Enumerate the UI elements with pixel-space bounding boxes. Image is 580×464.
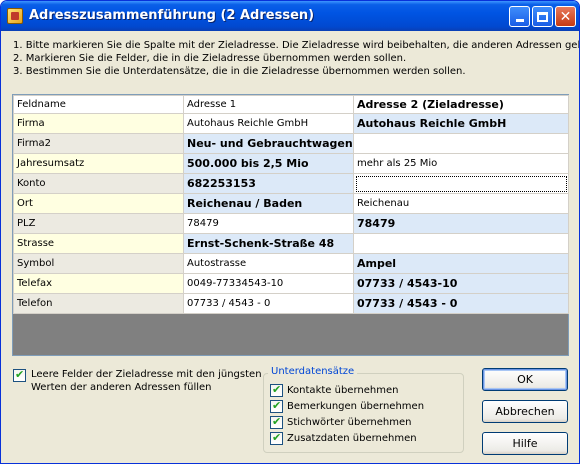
contacts-checkbox[interactable] xyxy=(270,383,283,397)
address-1-cell[interactable]: Neu- und Gebrauchtwagen xyxy=(183,133,354,154)
field-name-cell: Firma xyxy=(13,113,184,134)
address-1-cell[interactable]: Ernst-Schenk-Straße 48 xyxy=(183,233,354,254)
grid-row-jahresumsatz: Jahresumsatz 500.000 bis 2,5 Mio mehr al… xyxy=(13,153,569,174)
grid-row-symbol: Symbol Autostrasse Ampel xyxy=(13,253,569,274)
subrecords-groupbox: Unterdatensätze Kontakte übernehmen Beme… xyxy=(263,366,464,453)
keywords-option[interactable]: Stichwörter übernehmen xyxy=(270,415,412,429)
instruction-line-3: 3. Bestimmen Sie die Unterdatensätze, di… xyxy=(13,66,466,77)
fill-empty-fields-label: Leere Felder der Zieladresse mit den jün… xyxy=(31,368,262,394)
header-address-1[interactable]: Adresse 1 xyxy=(183,95,354,114)
field-name-cell: Ort xyxy=(13,193,184,214)
remarks-option[interactable]: Bemerkungen übernehmen xyxy=(270,399,425,413)
grid-row-plz: PLZ 78479 78479 xyxy=(13,213,569,234)
address-2-cell[interactable]: 07733 / 4543-10 xyxy=(353,273,569,294)
grid-row-firma: Firma Autohaus Reichle GmbH Autohaus Rei… xyxy=(13,113,569,134)
header-fieldname[interactable]: Feldname xyxy=(13,95,184,114)
app-icon xyxy=(7,8,23,24)
address-2-cell[interactable]: 78479 xyxy=(353,213,569,234)
address-1-cell[interactable]: 07733 / 4543 - 0 xyxy=(183,293,354,314)
address-1-cell[interactable]: 0049-77334543-10 xyxy=(183,273,354,294)
address-2-cell[interactable] xyxy=(353,233,569,254)
address-1-cell[interactable]: 682253153 xyxy=(183,173,354,194)
address-2-cell[interactable] xyxy=(353,173,569,194)
instruction-line-2: 2. Markieren Sie die Felder, die in die … xyxy=(13,53,407,64)
remarks-label: Bemerkungen übernehmen xyxy=(287,401,425,412)
minimize-icon xyxy=(515,19,524,22)
keywords-checkbox[interactable] xyxy=(270,415,283,429)
field-name-cell: Telefax xyxy=(13,273,184,294)
address-2-cell[interactable]: 07733 / 4543 - 0 xyxy=(353,293,569,314)
address-2-cell[interactable] xyxy=(353,133,569,154)
address-grid[interactable]: Feldname Adresse 1 Adresse 2 (Zieladress… xyxy=(12,94,569,356)
help-button[interactable]: Hilfe xyxy=(482,432,568,455)
instruction-line-1: 1. Bitte markieren Sie die Spalte mit de… xyxy=(13,40,580,51)
field-name-cell: Firma2 xyxy=(13,133,184,154)
field-name-cell: Jahresumsatz xyxy=(13,153,184,174)
address-1-cell[interactable]: Reichenau / Baden xyxy=(183,193,354,214)
address-1-cell[interactable]: Autohaus Reichle GmbH xyxy=(183,113,354,134)
cancel-button[interactable]: Abbrechen xyxy=(482,400,568,423)
address-1-cell[interactable]: Autostrasse xyxy=(183,253,354,274)
fill-empty-fields-checkbox[interactable] xyxy=(13,368,26,382)
title-bar[interactable]: Adresszusammenführung (2 Adressen) ✕ xyxy=(1,1,579,31)
address-1-cell[interactable]: 78479 xyxy=(183,213,354,234)
grid-row-strasse: Strasse Ernst-Schenk-Straße 48 xyxy=(13,233,569,254)
close-icon: ✕ xyxy=(559,8,572,25)
grid-header-row: Feldname Adresse 1 Adresse 2 (Zieladress… xyxy=(13,95,569,114)
fill-label-line-2: Werten der anderen Adressen füllen xyxy=(31,382,212,393)
grid-row-konto: Konto 682253153 xyxy=(13,173,569,194)
grid-row-telefon: Telefon 07733 / 4543 - 0 07733 / 4543 - … xyxy=(13,293,569,314)
address-2-cell[interactable]: mehr als 25 Mio xyxy=(353,153,569,174)
header-address-2-target[interactable]: Adresse 2 (Zieladresse) xyxy=(353,95,569,114)
field-name-cell: Symbol xyxy=(13,253,184,274)
fill-label-line-1: Leere Felder der Zieladresse mit den jün… xyxy=(31,369,262,380)
keywords-label: Stichwörter übernehmen xyxy=(287,417,412,428)
contacts-label: Kontakte übernehmen xyxy=(287,385,399,396)
grid-row-telefax: Telefax 0049-77334543-10 07733 / 4543-10 xyxy=(13,273,569,294)
additional-data-label: Zusatzdaten übernehmen xyxy=(287,433,417,444)
contacts-option[interactable]: Kontakte übernehmen xyxy=(270,383,399,397)
grid-row-ort: Ort Reichenau / Baden Reichenau xyxy=(13,193,569,214)
address-2-cell[interactable]: Ampel xyxy=(353,253,569,274)
field-name-cell: PLZ xyxy=(13,213,184,234)
instructions: 1. Bitte markieren Sie die Spalte mit de… xyxy=(13,39,580,78)
field-name-cell: Konto xyxy=(13,173,184,194)
close-button[interactable]: ✕ xyxy=(555,6,576,27)
additional-data-option[interactable]: Zusatzdaten übernehmen xyxy=(270,431,417,445)
grid-row-firma2: Firma2 Neu- und Gebrauchtwagen xyxy=(13,133,569,154)
merge-dialog-window: Adresszusammenführung (2 Adressen) ✕ 1. … xyxy=(0,0,580,464)
subrecords-legend: Unterdatensätze xyxy=(268,366,358,377)
minimize-button[interactable] xyxy=(509,6,530,27)
window-title: Adresszusammenführung (2 Adressen) xyxy=(29,8,315,23)
additional-data-checkbox[interactable] xyxy=(270,431,283,445)
remarks-checkbox[interactable] xyxy=(270,399,283,413)
address-1-cell[interactable]: 500.000 bis 2,5 Mio xyxy=(183,153,354,174)
ok-button[interactable]: OK xyxy=(482,368,568,391)
address-2-cell[interactable]: Reichenau xyxy=(353,193,569,214)
fill-empty-fields-option[interactable]: Leere Felder der Zieladresse mit den jün… xyxy=(13,368,263,394)
maximize-icon xyxy=(537,11,548,22)
address-2-cell[interactable]: Autohaus Reichle GmbH xyxy=(353,113,569,134)
maximize-button[interactable] xyxy=(532,6,553,27)
field-name-cell: Telefon xyxy=(13,293,184,314)
field-name-cell: Strasse xyxy=(13,233,184,254)
